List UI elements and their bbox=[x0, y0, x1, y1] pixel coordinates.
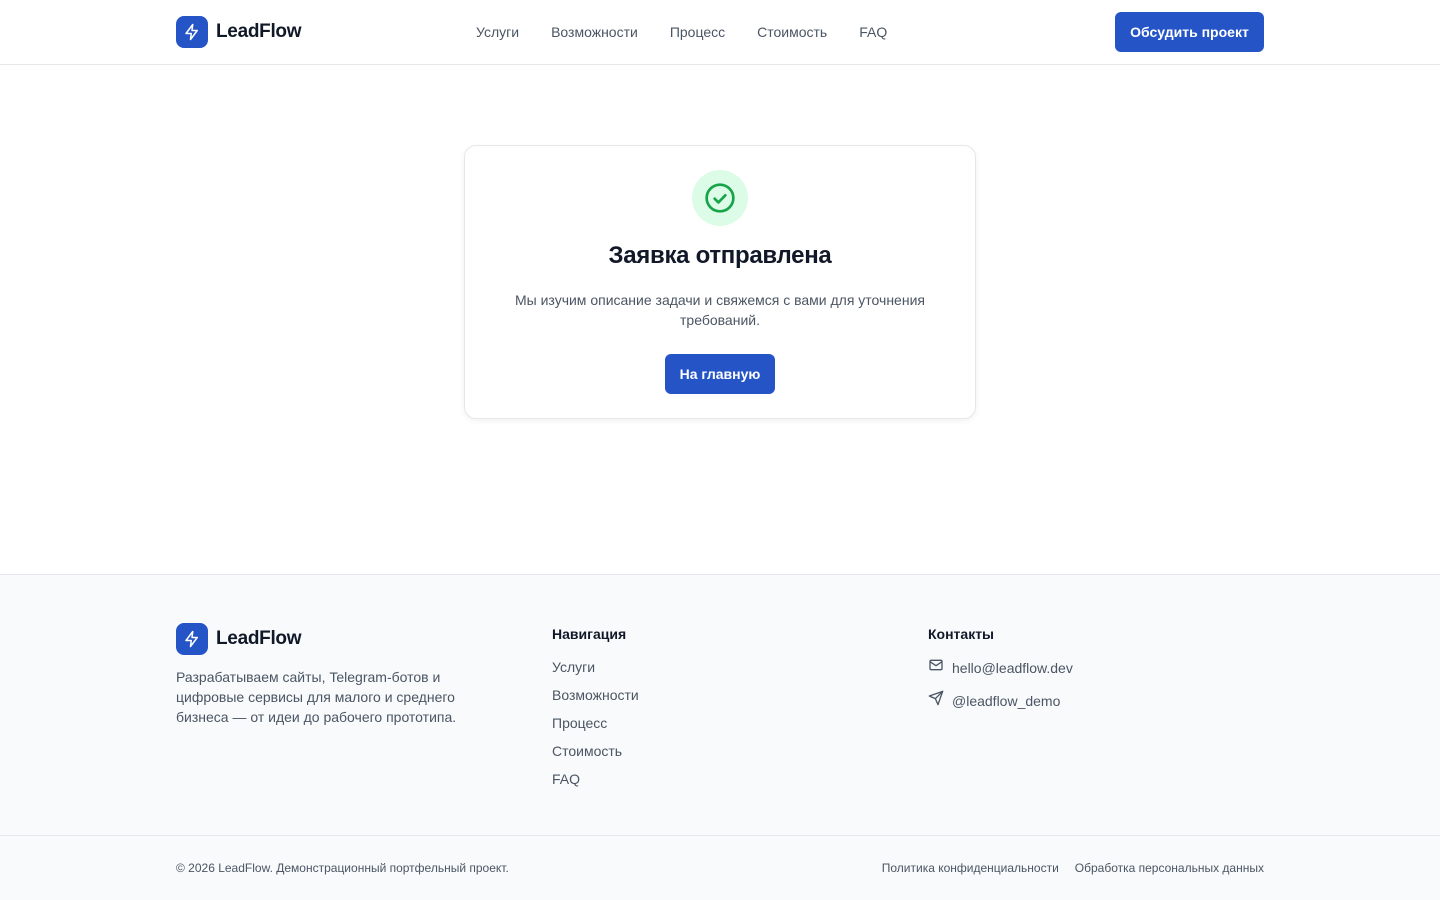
footer-link-services[interactable]: Услуги bbox=[552, 657, 639, 677]
footer-bottom: © 2026 LeadFlow. Демонстрационный портфе… bbox=[0, 835, 1440, 900]
home-button[interactable]: На главную bbox=[665, 354, 775, 394]
nav-link-process[interactable]: Процесс bbox=[670, 24, 725, 40]
lightning-icon bbox=[176, 16, 208, 48]
success-card: Заявка отправлена Мы изучим описание зад… bbox=[464, 145, 976, 419]
header-logo[interactable]: LeadFlow bbox=[176, 16, 302, 48]
success-title: Заявка отправлена bbox=[608, 242, 832, 269]
send-icon bbox=[928, 690, 944, 711]
telegram-link[interactable]: @leadflow_demo bbox=[928, 690, 1073, 711]
site-header: LeadFlow Услуги Возможности Процесс Стои… bbox=[0, 0, 1440, 65]
logo-text: LeadFlow bbox=[216, 21, 302, 42]
mail-icon bbox=[928, 657, 944, 678]
telegram-text: @leadflow_demo bbox=[952, 692, 1061, 709]
nav-link-services[interactable]: Услуги bbox=[476, 24, 519, 40]
discuss-project-button[interactable]: Обсудить проект bbox=[1115, 12, 1264, 52]
main-nav: Услуги Возможности Процесс Стоимость FAQ bbox=[476, 0, 887, 64]
lightning-icon bbox=[176, 623, 208, 655]
footer-link-features[interactable]: Возможности bbox=[552, 685, 639, 705]
footer-logo[interactable]: LeadFlow bbox=[176, 623, 302, 655]
footer-contacts-title: Контакты bbox=[928, 626, 995, 642]
logo-text: LeadFlow bbox=[216, 628, 302, 649]
copyright: © 2026 LeadFlow. Демонстрационный портфе… bbox=[176, 861, 509, 875]
footer-link-process[interactable]: Процесс bbox=[552, 713, 639, 733]
nav-link-faq[interactable]: FAQ bbox=[859, 24, 887, 40]
footer-nav: Услуги Возможности Процесс Стоимость FAQ bbox=[552, 657, 639, 789]
footer-nav-title: Навигация bbox=[552, 626, 627, 642]
footer-description: Разрабатываем сайты, Telegram-ботов и ци… bbox=[176, 669, 457, 725]
footer-contacts: hello@leadflow.dev @leadflow_demo bbox=[928, 657, 1073, 711]
email-link[interactable]: hello@leadflow.dev bbox=[928, 657, 1073, 678]
nav-link-features[interactable]: Возможности bbox=[551, 24, 638, 40]
personal-data-link[interactable]: Обработка персональных данных bbox=[1075, 861, 1264, 875]
site-footer: LeadFlow Разрабатываем сайты, Telegram-б… bbox=[0, 574, 1440, 900]
success-message: Мы изучим описание задачи и свяжемся с в… bbox=[515, 292, 925, 328]
footer-link-pricing[interactable]: Стоимость bbox=[552, 741, 639, 761]
nav-link-pricing[interactable]: Стоимость bbox=[757, 24, 827, 40]
legal-links: Политика конфиденциальности Обработка пе… bbox=[882, 861, 1264, 875]
footer-link-faq[interactable]: FAQ bbox=[552, 769, 639, 789]
check-circle-icon bbox=[692, 170, 748, 226]
email-text: hello@leadflow.dev bbox=[952, 659, 1073, 676]
privacy-policy-link[interactable]: Политика конфиденциальности bbox=[882, 861, 1059, 875]
